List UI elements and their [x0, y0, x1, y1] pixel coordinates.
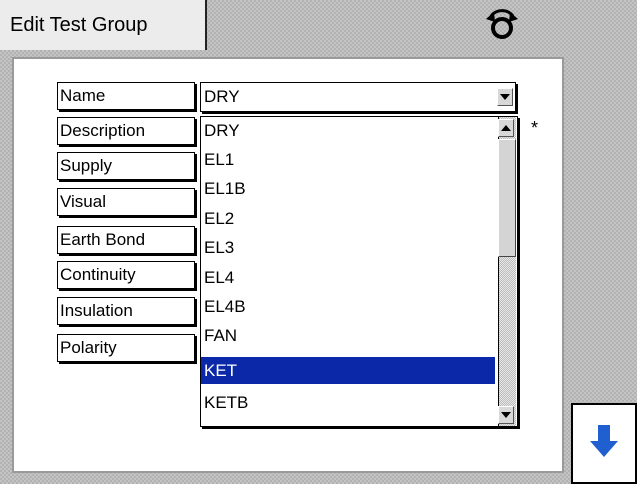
dropdown-option[interactable]: EL1 — [201, 146, 495, 173]
label-earth-bond: Earth Bond — [57, 226, 195, 254]
label-name: Name — [57, 82, 195, 110]
dropdown-option[interactable]: KETB — [201, 389, 495, 416]
dropdown-option[interactable]: EL2 — [201, 205, 495, 232]
dropdown-option[interactable]: EL3 — [201, 234, 495, 261]
chevron-down-icon[interactable] — [497, 88, 513, 106]
required-marker: * — [531, 118, 539, 138]
scroll-down-icon[interactable] — [498, 406, 514, 424]
arrow-down-icon — [590, 425, 618, 457]
next-down-button[interactable] — [571, 403, 637, 484]
tab-title: Edit Test Group — [10, 13, 148, 36]
label-polarity: Polarity — [57, 334, 195, 362]
name-dropdown-list[interactable]: DRY EL1 EL1B EL2 EL3 EL4 EL4B FAN KET KE… — [200, 116, 518, 427]
dropdown-option[interactable]: EL4 — [201, 264, 495, 291]
label-supply: Supply — [57, 152, 195, 180]
dropdown-option-selected[interactable]: KET — [201, 357, 495, 384]
label-continuity: Continuity — [57, 261, 195, 289]
tab-edit-test-group[interactable]: Edit Test Group — [0, 0, 207, 50]
label-description: Description — [57, 117, 195, 145]
label-visual: Visual — [57, 188, 195, 216]
sync-icon[interactable] — [482, 8, 522, 44]
label-insulation: Insulation — [57, 297, 195, 325]
dropdown-option[interactable]: EL1B — [201, 175, 495, 202]
name-value: DRY — [204, 87, 240, 106]
scrollbar-thumb[interactable] — [498, 139, 516, 257]
name-select[interactable]: DRY — [200, 82, 516, 112]
scroll-up-icon[interactable] — [498, 119, 514, 137]
dropdown-option[interactable]: EL4B — [201, 293, 495, 320]
dropdown-option[interactable]: DRY — [201, 117, 495, 144]
dropdown-option[interactable]: FAN — [201, 322, 495, 349]
